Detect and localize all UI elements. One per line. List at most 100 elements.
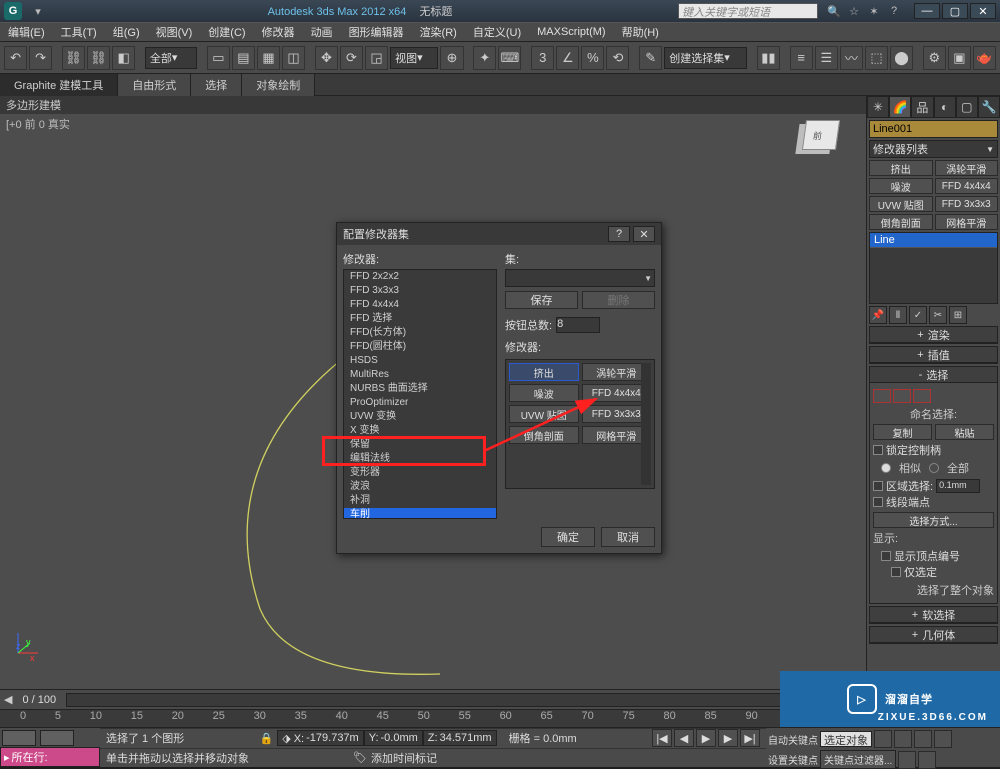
list-item[interactable]: X 变换: [344, 424, 496, 438]
cmdtab-modify-icon[interactable]: 🌈: [889, 96, 911, 118]
favorites-icon[interactable]: ✶: [866, 3, 882, 19]
modbtn-ffd4[interactable]: FFD 4x4x4: [935, 178, 999, 194]
list-item[interactable]: FFD 4x4x4: [344, 298, 496, 312]
modbtn-uvw[interactable]: UVW 贴图: [869, 196, 933, 212]
minimize-button[interactable]: —: [914, 3, 940, 19]
sets-dropdown[interactable]: [505, 269, 655, 287]
subobj-segment-icon[interactable]: [893, 389, 911, 403]
key-filters-button[interactable]: 关键点过滤器...: [820, 750, 896, 769]
copy-button[interactable]: 复制: [873, 424, 932, 440]
list-item[interactable]: 波浪: [344, 480, 496, 494]
list-item[interactable]: MultiRes: [344, 368, 496, 382]
mirror-icon[interactable]: ▮▮: [757, 46, 780, 70]
cmdtab-hierarchy-icon[interactable]: 品: [911, 96, 933, 118]
list-item[interactable]: FFD(长方体): [344, 326, 496, 340]
app-menu-icon[interactable]: ▾: [30, 3, 46, 19]
cmdtab-utility-icon[interactable]: 🔧: [978, 96, 1000, 118]
signin-icon[interactable]: ☆: [846, 3, 862, 19]
area-select-spinner[interactable]: 0.1mm: [936, 479, 980, 493]
dialog-close-button[interactable]: ✕: [633, 226, 655, 242]
rollout-interp[interactable]: 插值: [870, 347, 997, 363]
menu-help[interactable]: 帮助(H): [614, 24, 667, 40]
unlink-icon[interactable]: ⛓: [87, 46, 110, 70]
manip-icon[interactable]: ✦: [473, 46, 496, 70]
cmdtab-display-icon[interactable]: ▢: [956, 96, 978, 118]
menu-create[interactable]: 创建(C): [200, 24, 253, 40]
schematic-icon[interactable]: ⬚: [865, 46, 888, 70]
prev-frame-icon[interactable]: ◀: [674, 729, 694, 747]
slot-scrollbar[interactable]: [641, 363, 651, 485]
undo-icon[interactable]: ↶: [4, 46, 27, 70]
setkey-button[interactable]: 设置关键点: [768, 752, 818, 767]
link-icon[interactable]: ⛓: [62, 46, 85, 70]
list-item[interactable]: HSDS: [344, 354, 496, 368]
coord-z[interactable]: Z:34.571mm: [423, 730, 497, 746]
menu-group[interactable]: 组(G): [105, 24, 148, 40]
maxscript-prompt[interactable]: 所在行:: [12, 749, 48, 765]
play-icon[interactable]: ▶: [696, 729, 716, 747]
named-sel-dropdown[interactable]: 创建选择集 ▾: [664, 47, 747, 69]
modbtn-ffd3[interactable]: FFD 3x3x3: [935, 196, 999, 212]
nav-fov-icon[interactable]: [914, 730, 932, 748]
save-set-button[interactable]: 保存: [505, 291, 578, 309]
stack-showend-icon[interactable]: Ⅱ: [889, 306, 907, 324]
scale-icon[interactable]: ◲: [365, 46, 388, 70]
slot-noise[interactable]: 噪波: [509, 384, 579, 402]
similar-radio[interactable]: [881, 463, 891, 473]
pivot-icon[interactable]: ⊕: [440, 46, 463, 70]
menu-anim[interactable]: 动画: [303, 24, 341, 40]
snap-icon[interactable]: 3: [531, 46, 554, 70]
selection-scope-dropdown[interactable]: 全部 ▾: [145, 47, 197, 69]
menu-edit[interactable]: 编辑(E): [0, 24, 53, 40]
select-name-icon[interactable]: ▤: [232, 46, 255, 70]
swatch-b[interactable]: [40, 730, 74, 746]
object-name-field[interactable]: Line001: [869, 120, 998, 138]
delete-set-button[interactable]: 删除: [582, 291, 655, 309]
graphite-tab-paint[interactable]: 对象绘制: [242, 74, 315, 96]
stack-config-icon[interactable]: ⊞: [949, 306, 967, 324]
nav-orbit-icon[interactable]: [898, 751, 916, 769]
list-item[interactable]: ProOptimizer: [344, 396, 496, 410]
goto-start-icon[interactable]: |◀: [652, 729, 672, 747]
slot-uvw[interactable]: UVW 贴图: [509, 405, 579, 423]
segment-end-checkbox[interactable]: [873, 497, 883, 507]
timetag-label[interactable]: 添加时间标记: [371, 750, 437, 766]
rollout-render[interactable]: 渲染: [870, 327, 997, 343]
rotate-icon[interactable]: ⟳: [340, 46, 363, 70]
stack-item-line[interactable]: Line: [870, 233, 997, 248]
autokey-button[interactable]: 自动关键点: [768, 732, 818, 747]
modifier-stack[interactable]: Line: [869, 232, 998, 304]
search-icon[interactable]: 🔍: [826, 3, 842, 19]
modbtn-bevelprofile[interactable]: 倒角剖面: [869, 214, 933, 230]
refcoord-dropdown[interactable]: 视图 ▾: [390, 47, 438, 69]
nav-pan-icon[interactable]: [874, 730, 892, 748]
menu-view[interactable]: 视图(V): [148, 24, 201, 40]
keymode-icon[interactable]: ⌨: [498, 46, 521, 70]
goto-end-icon[interactable]: ▶|: [740, 729, 760, 747]
list-item[interactable]: 变形器: [344, 466, 496, 480]
graphite-tab-modeling[interactable]: Graphite 建模工具: [0, 74, 118, 96]
list-item[interactable]: FFD 2x2x2: [344, 270, 496, 284]
list-item[interactable]: 保留: [344, 438, 496, 452]
window-crossing-icon[interactable]: ◫: [282, 46, 305, 70]
subobj-vertex-icon[interactable]: [873, 389, 891, 403]
list-item[interactable]: FFD 选择: [344, 312, 496, 326]
viewcube[interactable]: 前: [796, 120, 846, 170]
list-item[interactable]: 编辑法线: [344, 452, 496, 466]
rendered-frame-icon[interactable]: ▣: [948, 46, 971, 70]
pctsnap-icon[interactable]: %: [581, 46, 604, 70]
viewport-label[interactable]: [+0 前 0 真实: [6, 116, 70, 132]
align-icon[interactable]: ≡: [790, 46, 813, 70]
subobj-spline-icon[interactable]: [913, 389, 931, 403]
all-radio[interactable]: [929, 463, 939, 473]
dialog-help-button[interactable]: ?: [608, 226, 630, 242]
rollout-geometry[interactable]: 几何体: [870, 627, 997, 643]
menu-modifier[interactable]: 修改器: [254, 24, 303, 40]
cancel-button[interactable]: 取消: [601, 527, 655, 547]
spinnersnap-icon[interactable]: ⟲: [606, 46, 629, 70]
stack-pin-icon[interactable]: 📌: [869, 306, 887, 324]
cmdtab-motion-icon[interactable]: ◐: [934, 96, 956, 118]
material-icon[interactable]: ⬤: [890, 46, 913, 70]
render-setup-icon[interactable]: ⚙: [923, 46, 946, 70]
help-icon[interactable]: ?: [886, 3, 902, 19]
